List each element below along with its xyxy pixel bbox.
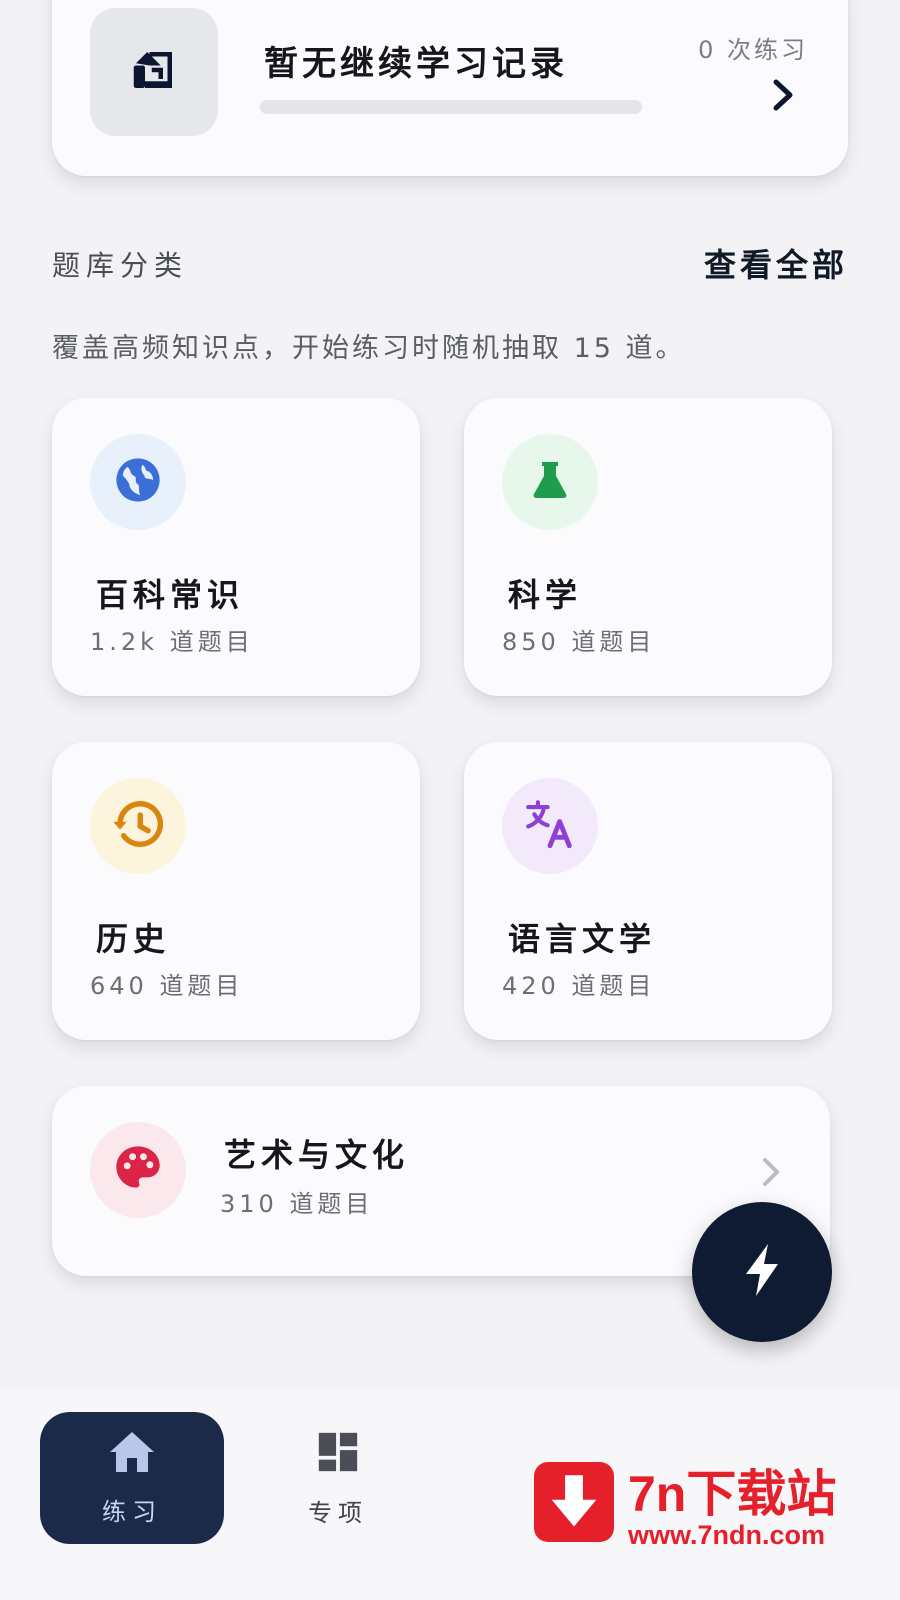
- category-name: 语言文学: [508, 920, 657, 958]
- category-count: 310 道题目: [220, 1190, 374, 1218]
- section-description: 覆盖高频知识点，开始练习时随机抽取 15 道。: [52, 333, 686, 364]
- category-icon-bg: [90, 1122, 186, 1218]
- chevron-right-icon[interactable]: [770, 78, 796, 116]
- category-count: 420 道题目: [502, 972, 656, 1000]
- section-title: 题库分类: [52, 249, 189, 282]
- category-card-science[interactable]: 科学 850 道题目: [464, 398, 832, 696]
- globe-icon: [112, 454, 164, 510]
- quick-practice-fab[interactable]: [692, 1202, 832, 1342]
- category-name: 百科常识: [96, 576, 245, 614]
- exit-icon: [127, 43, 181, 101]
- nav-tab-special[interactable]: 专项: [246, 1412, 430, 1544]
- category-icon-bg: [90, 778, 186, 874]
- watermark-url: www.7ndn.com: [628, 1520, 826, 1550]
- nav-label: 练习: [102, 1497, 162, 1526]
- grid-icon: [315, 1429, 361, 1479]
- translate-icon: [521, 795, 579, 857]
- category-card-history[interactable]: 历史 640 道题目: [52, 742, 420, 1040]
- continue-thumbnail: [90, 8, 218, 136]
- category-card-language[interactable]: 语言文学 420 道题目: [464, 742, 832, 1040]
- palette-icon: [112, 1142, 164, 1198]
- category-name: 艺术与文化: [224, 1136, 410, 1174]
- category-count: 850 道题目: [502, 628, 656, 656]
- continue-progress-bar: [260, 100, 642, 114]
- lightning-icon: [740, 1242, 784, 1302]
- chevron-right-icon: [760, 1156, 782, 1192]
- continue-title: 暂无继续学习记录: [264, 44, 568, 84]
- category-count: 1.2k 道题目: [90, 628, 254, 656]
- category-icon-bg: [502, 434, 598, 530]
- history-icon: [111, 797, 165, 855]
- category-count: 640 道题目: [90, 972, 244, 1000]
- category-name: 历史: [96, 920, 171, 958]
- category-icon-bg: [502, 778, 598, 874]
- watermark-name: 7n下载站: [628, 1466, 837, 1522]
- download-icon: [534, 1462, 614, 1542]
- view-all-link[interactable]: 查看全部: [704, 240, 848, 286]
- category-name: 科学: [508, 576, 583, 614]
- flask-icon: [526, 456, 574, 508]
- practice-count: 0 次练习: [698, 36, 808, 64]
- nav-label: 专项: [308, 1498, 368, 1527]
- home-icon: [107, 1430, 157, 1478]
- watermark-logo: 7n下载站 www.7ndn.com: [530, 1450, 880, 1560]
- category-icon-bg: [90, 434, 186, 530]
- nav-tab-practice[interactable]: 练习: [40, 1412, 224, 1544]
- continue-learning-card[interactable]: 暂无继续学习记录 0 次练习: [52, 0, 848, 176]
- category-card-general[interactable]: 百科常识 1.2k 道题目: [52, 398, 420, 696]
